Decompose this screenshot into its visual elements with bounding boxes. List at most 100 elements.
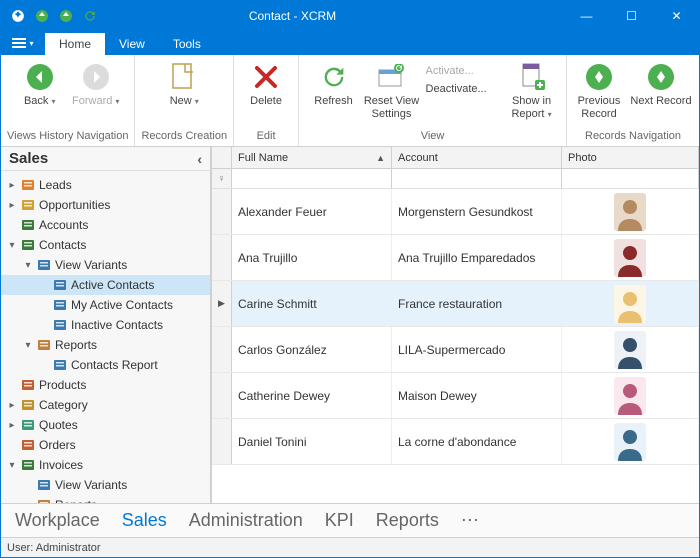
- cell-fullname: Ana Trujillo: [232, 235, 392, 280]
- show-in-report-button[interactable]: Show in Report ▾: [506, 59, 558, 120]
- cell-account: Ana Trujillo Emparedados: [392, 235, 562, 280]
- nav-item-invoices[interactable]: ▾Invoices: [1, 455, 210, 475]
- close-button[interactable]: ✕: [654, 1, 699, 31]
- status-bar: User: Administrator: [1, 537, 699, 557]
- bottom-reports[interactable]: Reports: [376, 510, 439, 531]
- file-menu[interactable]: ▾: [1, 31, 45, 55]
- forward-button[interactable]: Forward ▾: [70, 59, 122, 108]
- quotes-icon: [19, 418, 37, 432]
- nav-item-quotes[interactable]: ▸Quotes: [1, 415, 210, 435]
- qa-refresh-icon[interactable]: [79, 5, 101, 27]
- deactivate-label: Deactivate...: [426, 83, 487, 95]
- nav-item-inactive-contacts[interactable]: Inactive Contacts: [1, 315, 210, 335]
- contacts-icon: [19, 238, 37, 252]
- avatar: [614, 285, 646, 323]
- maximize-button[interactable]: ☐: [609, 1, 654, 31]
- expander-icon[interactable]: ▸: [5, 200, 19, 211]
- nav-item-accounts[interactable]: Accounts: [1, 215, 210, 235]
- category-icon: [19, 398, 37, 412]
- bottom-more[interactable]: ⋯: [461, 510, 479, 531]
- nav-item-contacts[interactable]: ▾Contacts: [1, 235, 210, 255]
- group-nav-label: Views History Navigation: [7, 128, 128, 146]
- col-account[interactable]: Account: [392, 147, 562, 168]
- filter-fullname-input[interactable]: [232, 169, 391, 188]
- cell-photo: [562, 327, 699, 372]
- nav-item-opportunities[interactable]: ▸Opportunities: [1, 195, 210, 215]
- accounts-icon: [19, 218, 37, 232]
- cell-fullname: Carlos González: [232, 327, 392, 372]
- deactivate-button[interactable]: Deactivate...: [424, 81, 504, 97]
- nav-item-active-contacts[interactable]: Active Contacts: [1, 275, 210, 295]
- table-row[interactable]: Daniel ToniniLa corne d'abondance: [212, 419, 699, 465]
- bottom-workplace[interactable]: Workplace: [15, 510, 100, 531]
- nav-item-label: Products: [37, 378, 206, 392]
- expander-icon[interactable]: ▾: [5, 240, 19, 251]
- activate-button[interactable]: Activate...: [424, 63, 504, 79]
- qa-up1-icon[interactable]: [31, 5, 53, 27]
- nav-item-reports[interactable]: ▾Reports: [1, 335, 210, 355]
- nav-item-label: Orders: [37, 438, 206, 452]
- bottom-kpi[interactable]: KPI: [325, 510, 354, 531]
- table-row[interactable]: Alexander FeuerMorgenstern Gesundkost: [212, 189, 699, 235]
- tab-tools[interactable]: Tools: [159, 33, 215, 55]
- group-create-label: Records Creation: [141, 128, 227, 146]
- table-row[interactable]: Carine SchmittFrance restauration: [212, 281, 699, 327]
- table-row[interactable]: Carlos GonzálezLILA-Supermercado: [212, 327, 699, 373]
- back-label: Back: [24, 95, 48, 107]
- new-label: New: [170, 95, 192, 107]
- app-window: Contact - XCRM — ☐ ✕ ▾ Home View Tools B…: [0, 0, 700, 558]
- nav-item-leads[interactable]: ▸Leads: [1, 175, 210, 195]
- nav-item-my-active-contacts[interactable]: My Active Contacts: [1, 295, 210, 315]
- expander-icon[interactable]: ▾: [21, 340, 35, 351]
- nav-tree: ▸Leads▸OpportunitiesAccounts▾Contacts▾Vi…: [1, 171, 210, 503]
- report-label: Show in Report: [511, 95, 551, 120]
- nav-item-contacts-report[interactable]: Contacts Report: [1, 355, 210, 375]
- grid-panel: Full Name▲ Account Photo ♀ Alexander Feu…: [211, 147, 699, 503]
- expander-icon[interactable]: ▾: [21, 260, 35, 271]
- cell-fullname: Alexander Feuer: [232, 189, 392, 234]
- col-photo-label: Photo: [568, 152, 597, 164]
- filter-photo-input[interactable]: [562, 169, 698, 188]
- nav-item-view-variants[interactable]: View Variants: [1, 475, 210, 495]
- tab-home[interactable]: Home: [45, 33, 105, 55]
- nav-item-orders[interactable]: Orders: [1, 435, 210, 455]
- expander-icon[interactable]: ▸: [5, 180, 19, 191]
- prev-record-button[interactable]: Previous Record: [573, 59, 625, 120]
- col-photo[interactable]: Photo: [562, 147, 699, 168]
- group-view-label: View: [305, 128, 560, 146]
- refresh-icon: [320, 63, 348, 91]
- delete-button[interactable]: Delete: [240, 59, 292, 108]
- app-menu-icon[interactable]: [7, 5, 29, 27]
- activate-label: Activate...: [426, 65, 474, 77]
- expander-icon[interactable]: ▾: [5, 460, 19, 471]
- table-row[interactable]: Catherine DeweyMaison Dewey: [212, 373, 699, 419]
- col-fullname[interactable]: Full Name▲: [232, 147, 392, 168]
- cell-account: LILA-Supermercado: [392, 327, 562, 372]
- refresh-button[interactable]: Refresh: [308, 59, 360, 108]
- row-indicator-header: [212, 147, 232, 168]
- bottom-sales[interactable]: Sales: [122, 510, 167, 531]
- filter-account-input[interactable]: [392, 169, 561, 188]
- collapse-nav-icon[interactable]: ‹: [197, 151, 202, 167]
- table-row[interactable]: Ana TrujilloAna Trujillo Emparedados: [212, 235, 699, 281]
- viewvariants-icon: [35, 258, 53, 272]
- back-button[interactable]: Back ▾: [14, 59, 66, 108]
- nav-item-reports[interactable]: Reports: [1, 495, 210, 503]
- bottom-admin[interactable]: Administration: [189, 510, 303, 531]
- tab-view[interactable]: View: [105, 33, 159, 55]
- expander-icon[interactable]: ▸: [5, 400, 19, 411]
- group-view: Refresh Reset View Settings Activate... …: [299, 55, 567, 146]
- qa-up2-icon[interactable]: [55, 5, 77, 27]
- reset-view-button[interactable]: Reset View Settings: [362, 59, 422, 120]
- minimize-button[interactable]: —: [564, 1, 609, 31]
- list-icon: [51, 318, 69, 332]
- expander-icon[interactable]: ▸: [5, 420, 19, 431]
- new-button[interactable]: New ▾: [158, 59, 210, 108]
- nav-item-category[interactable]: ▸Category: [1, 395, 210, 415]
- leads-icon: [19, 178, 37, 192]
- nav-item-products[interactable]: Products: [1, 375, 210, 395]
- delete-icon: [253, 64, 279, 90]
- next-record-button[interactable]: Next Record: [629, 59, 693, 108]
- nav-item-view-variants[interactable]: ▾View Variants: [1, 255, 210, 275]
- next-record-icon: [647, 63, 675, 91]
